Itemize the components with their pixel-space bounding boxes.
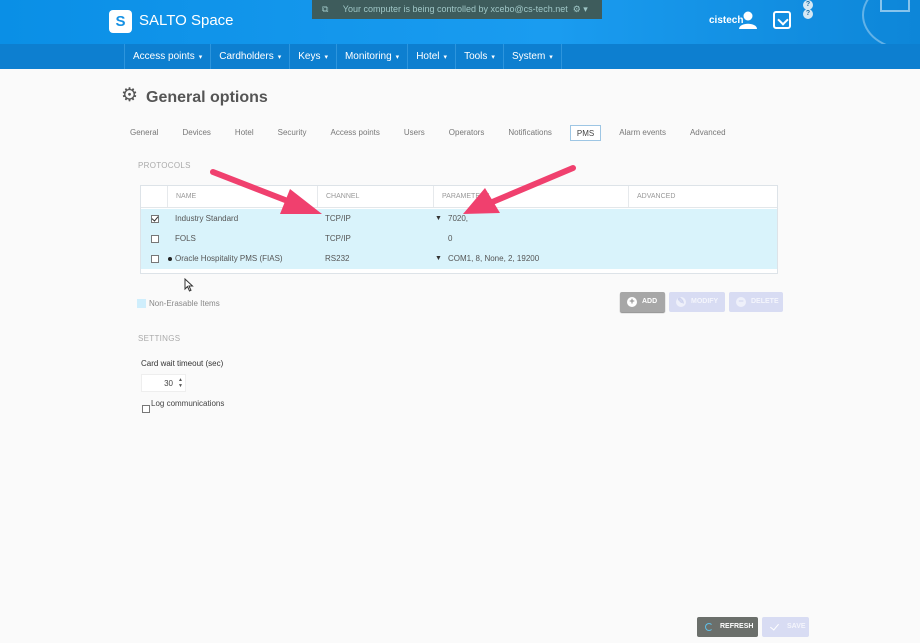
menu-tools[interactable]: Tools ▾: [455, 44, 503, 69]
refresh-button[interactable]: REFRESH: [697, 617, 758, 637]
non-erasable-dot: [168, 257, 172, 261]
gear-icon: ⚙: [121, 85, 139, 106]
main-menu: Access points ▾ Cardholders ▾ Keys ▾ Monito…: [0, 44, 920, 69]
table-row[interactable]: Industry Standard TCP/IP ▼ 7020,: [141, 209, 777, 229]
tab-devices[interactable]: Devices: [176, 125, 216, 141]
menu-keys[interactable]: Keys ▾: [289, 44, 336, 69]
menu-system[interactable]: System ▾: [502, 44, 561, 69]
modify-button[interactable]: ✎ MODIFY: [669, 292, 725, 312]
table-row[interactable]: FOLS TCP/IP 0: [141, 229, 777, 249]
legend-label: Non-Erasable Items: [149, 299, 220, 308]
menu-access-points[interactable]: Access points ▾: [124, 44, 210, 69]
monitor-icon: [880, 0, 910, 12]
protocol-parameters: 7020,: [448, 214, 469, 223]
tab-notifications[interactable]: Notifications: [502, 125, 558, 141]
protocol-parameters: COM1, 8, None, 2, 19200: [448, 254, 540, 263]
tab-operators[interactable]: Operators: [443, 125, 491, 141]
user-icon[interactable]: [738, 10, 758, 30]
remote-desktop-icon: ⧉: [322, 4, 329, 14]
tab-advanced[interactable]: Advanced: [684, 125, 732, 141]
options-tabs: General Devices Hotel Security Access po…: [124, 125, 744, 141]
remote-control-banner[interactable]: ⧉ Your computer is being controlled by x…: [312, 0, 602, 19]
tab-general[interactable]: General: [124, 125, 164, 141]
menu-monitoring[interactable]: Monitoring ▾: [335, 44, 407, 69]
salto-logo: S: [109, 10, 132, 33]
protocol-channel: TCP/IP: [325, 214, 351, 223]
protocol-name: Industry Standard: [175, 214, 239, 223]
chevron-down-icon[interactable]: ▼: [435, 249, 448, 269]
row-checkbox[interactable]: [151, 255, 159, 263]
tab-access-points[interactable]: Access points: [325, 125, 386, 141]
column-header-parameters[interactable]: PARAMETERS: [434, 186, 629, 207]
tab-users[interactable]: Users: [398, 125, 431, 141]
chevron-down-icon: ▾: [549, 54, 553, 61]
column-header-channel[interactable]: CHANNEL: [318, 186, 434, 207]
card-wait-timeout-label: Card wait timeout (sec): [141, 359, 224, 368]
tab-pms[interactable]: PMS: [569, 125, 602, 141]
logout-button[interactable]: [773, 11, 791, 29]
select-column-header: [141, 186, 168, 207]
pencil-icon: ✎: [676, 296, 686, 307]
protocols-section-label: PROTOCOLS: [138, 161, 191, 170]
brand-name: SALTO Space: [139, 12, 234, 29]
table-header: NAME CHANNEL PARAMETERS ADVANCED: [141, 186, 777, 208]
tab-hotel[interactable]: Hotel: [229, 125, 260, 141]
save-button[interactable]: SAVE: [762, 617, 809, 637]
info-icon[interactable]: ?: [803, 9, 813, 19]
menu-hotel[interactable]: Hotel ▾: [407, 44, 455, 69]
page-title: General options: [146, 89, 268, 106]
protocol-name: FOLS: [175, 234, 196, 243]
card-wait-timeout-value: 30: [164, 379, 173, 388]
refresh-icon: [705, 623, 713, 631]
delete-button[interactable]: − DELETE: [729, 292, 783, 312]
row-checkbox[interactable]: [151, 235, 159, 243]
protocol-parameters: 0: [448, 234, 453, 243]
protocols-table: NAME CHANNEL PARAMETERS ADVANCED Industr…: [140, 185, 778, 274]
stepper-arrows-icon[interactable]: ▲ ▼: [178, 377, 183, 389]
top-bar: S SALTO Space ⧉ Your computer is being c…: [0, 0, 920, 50]
protocol-name: Oracle Hospitality PMS (FIAS): [175, 254, 283, 263]
protocol-channel: TCP/IP: [325, 234, 351, 243]
log-communications-checkbox[interactable]: [142, 400, 150, 418]
delete-icon: −: [736, 297, 746, 307]
card-wait-timeout-stepper[interactable]: 30 ▲ ▼: [141, 374, 186, 392]
settings-icon[interactable]: ⚙ ▾: [570, 4, 588, 14]
chevron-down-icon: ▾: [491, 54, 495, 61]
chevron-down-icon: ▾: [395, 54, 400, 61]
row-checkbox[interactable]: [151, 215, 159, 223]
plus-icon: +: [627, 297, 637, 307]
protocol-channel: RS232: [325, 254, 350, 263]
add-button[interactable]: + ADD: [620, 292, 665, 312]
remote-banner-text: Your computer is being controlled by xce…: [342, 4, 568, 14]
non-erasable-swatch: [137, 299, 146, 308]
tab-security[interactable]: Security: [272, 125, 313, 141]
chevron-down-icon: ▾: [277, 54, 282, 61]
menu-divider: [560, 44, 562, 69]
column-header-advanced[interactable]: ADVANCED: [629, 186, 777, 207]
settings-section-label: SETTINGS: [138, 334, 181, 343]
chevron-down-icon: ▾: [443, 54, 448, 61]
chevron-down-icon: ▾: [198, 54, 203, 61]
mouse-cursor-icon: [184, 278, 194, 292]
tab-alarm-events[interactable]: Alarm events: [613, 125, 672, 141]
menu-cardholders[interactable]: Cardholders ▾: [210, 44, 289, 69]
chevron-down-icon[interactable]: ▼: [435, 209, 448, 229]
check-icon: [770, 621, 779, 631]
log-communications-label: Log communications: [151, 399, 225, 408]
table-row[interactable]: Oracle Hospitality PMS (FIAS) RS232 ▼ CO…: [141, 249, 777, 269]
chevron-down-icon: ▾: [324, 54, 328, 61]
column-header-name[interactable]: NAME: [168, 186, 318, 207]
